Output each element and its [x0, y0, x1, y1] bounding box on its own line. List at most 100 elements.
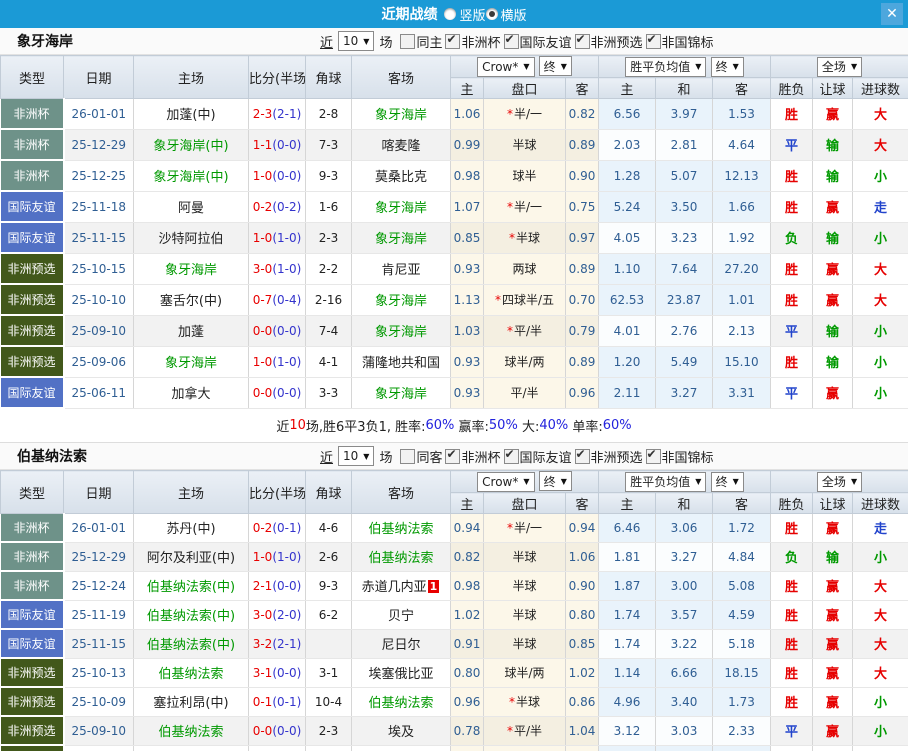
near-link[interactable]: 近 — [320, 32, 333, 51]
col-avg-draw: 和 — [655, 492, 714, 514]
fulltime-score: 3-1 — [252, 665, 273, 680]
home-team-cell: 象牙海岸(中) — [133, 129, 249, 161]
score-cell: 0-1(0-1) — [248, 687, 306, 717]
goals-result-cell: 大 — [852, 658, 908, 688]
result-cell: 平 — [770, 129, 814, 161]
score-cell: 2-1(0-0) — [248, 571, 306, 601]
avg-away-cell: 1.72 — [712, 513, 772, 543]
scope-select[interactable]: 全场 ▼ — [816, 471, 863, 492]
col-odds-away: 客 — [564, 77, 600, 99]
home-team-cell: 阿曼 — [133, 191, 249, 223]
avg-home-cell: 62.53 — [598, 284, 657, 316]
date-cell: 25-11-19 — [63, 600, 134, 630]
team-filter-bar-1: 象牙海岸 近 10 ▼ 场 同主 非洲杯 国际友谊 非洲预选 非国锦标 — [0, 28, 908, 55]
date-cell: 25-10-15 — [63, 253, 134, 285]
final-odds-select[interactable]: 终 ▼ — [538, 56, 572, 77]
summary-text: 单率: — [568, 420, 603, 435]
chevron-down-icon: ▼ — [363, 36, 370, 46]
final-avg-select[interactable]: 终 ▼ — [710, 56, 744, 77]
score-cell: 0-2(0-2) — [248, 191, 306, 223]
team-name: 沙特阿拉伯 — [158, 232, 224, 247]
col-avg-home: 主 — [598, 77, 657, 99]
handicap-result-cell: 赢 — [812, 284, 854, 316]
avg-away-cell: 27.20 — [712, 253, 772, 285]
match-type-cell: 非洲预选 — [0, 253, 65, 285]
home-team-cell: 伯基纳法索(中) — [133, 629, 249, 659]
match-row: 非洲杯 25-12-24 伯基纳法索(中) 2-1(0-0) 9-3 赤道几内亚 1 0.98… — [0, 571, 908, 601]
away-team-cell: 肯尼亚 — [351, 253, 451, 285]
away-team-cell: 贝宁 — [351, 600, 451, 630]
avg-home-cell: 1.20 — [598, 346, 657, 378]
avg-draw-cell: 5.49 — [655, 346, 714, 378]
avg-draw-cell: 3.97 — [655, 98, 714, 130]
avg-draw-cell: 2.81 — [655, 129, 714, 161]
near-link[interactable]: 近 — [320, 447, 333, 466]
star-mark: * — [506, 107, 513, 122]
filter-checkbox-item[interactable]: 同客 — [400, 447, 442, 466]
filter-checkbox-item[interactable]: 非洲杯 — [445, 447, 501, 466]
summary-text: 10 — [289, 418, 306, 433]
col-result: 胜负 — [770, 492, 814, 514]
layout-radio-group: 竖版 横版 — [444, 5, 527, 24]
away-team-cell: 象牙海岸 — [351, 98, 451, 130]
filter-checkbox-item[interactable]: 国际友谊 — [503, 447, 572, 466]
col-avg-draw: 和 — [655, 77, 714, 99]
avg-select[interactable]: 胜平负均值 ▼ — [625, 471, 707, 492]
avg-select-value: 胜平负均值 — [630, 60, 691, 74]
date-cell: 25-10-13 — [63, 658, 134, 688]
final-odds-select[interactable]: 终 ▼ — [538, 471, 572, 492]
bookmaker-select[interactable]: Crow* ▼ — [477, 471, 535, 492]
close-button[interactable]: ✕ — [881, 3, 903, 25]
goals-result-cell: 走 — [852, 513, 908, 543]
away-team-cell: 伯基纳法索 — [351, 687, 451, 717]
filter-checkbox-item[interactable]: 非国锦标 — [645, 32, 714, 51]
goals-result-cell: 小 — [852, 346, 908, 378]
summary-row: 近 10 场,胜6平3负1, 胜率: 60% 赢率: 50% 大: 40% 单率: 60% — [0, 409, 908, 443]
bookmaker-select[interactable]: Crow* ▼ — [477, 56, 535, 77]
away-team-cell: 尼日尔 — [351, 629, 451, 659]
avg-away-cell: 12.13 — [712, 160, 772, 192]
home-team-cell: 象牙海岸 — [133, 346, 249, 378]
avg-draw-cell: 5.07 — [655, 160, 714, 192]
home-team-cell: 1吉布提(中) — [133, 745, 249, 751]
date-cell: 25-11-18 — [63, 191, 134, 223]
handicap-cell: 半球 — [483, 542, 566, 572]
date-cell: 26-01-01 — [63, 98, 134, 130]
away-odds-cell: 0.90 — [565, 571, 600, 601]
score-cell: 3-0(1-0) — [248, 253, 306, 285]
corner-cell: 7-3 — [305, 129, 352, 161]
scope-select[interactable]: 全场 ▼ — [816, 56, 863, 77]
team-name: 尼日尔 — [381, 638, 421, 653]
avg-home-cell: 6.56 — [598, 98, 657, 130]
filter-checkbox-item[interactable]: 非国锦标 — [645, 447, 714, 466]
filter-checkbox-item[interactable]: 非洲杯 — [445, 32, 501, 51]
match-count-select[interactable]: 10 ▼ — [338, 31, 375, 51]
result-cell: 胜 — [770, 513, 814, 543]
match-count-select[interactable]: 10 ▼ — [338, 446, 375, 466]
filter-checkbox-item[interactable]: 非洲预选 — [574, 32, 643, 51]
team-name: 肯尼亚 — [381, 263, 421, 278]
layout-radio-option[interactable]: 横版 — [485, 5, 527, 24]
team-name: 象牙海岸(中) — [153, 170, 229, 185]
home-odds-cell: 0.98 — [450, 160, 484, 192]
col-goals: 进球数 — [852, 492, 908, 514]
halftime-score: (2-1) — [272, 106, 302, 121]
avg-select[interactable]: 胜平负均值 ▼ — [625, 56, 707, 77]
score-cell: 1-0(1-0) — [248, 222, 306, 254]
avg-draw-cell: 3.50 — [655, 191, 714, 223]
avg-away-cell: 1.10 — [712, 745, 772, 751]
handicap-result-cell: 赢 — [812, 513, 854, 543]
filter-checkbox-item[interactable]: 国际友谊 — [503, 32, 572, 51]
corner-cell: 9-3 — [305, 571, 352, 601]
team-name: 贝宁 — [387, 609, 414, 624]
match-type-cell: 国际友谊 — [0, 191, 65, 223]
layout-radio-option[interactable]: 竖版 — [444, 5, 486, 24]
fulltime-score: 0-2 — [252, 199, 273, 214]
fulltime-score: 3-2 — [252, 636, 273, 651]
filter-checkbox-item[interactable]: 同主 — [400, 32, 442, 51]
score-cell: 0-2(0-1) — [248, 513, 306, 543]
final-avg-select[interactable]: 终 ▼ — [710, 471, 744, 492]
team-name: 赤道几内亚 — [361, 580, 427, 595]
away-odds-cell: 0.79 — [565, 315, 600, 347]
filter-checkbox-item[interactable]: 非洲预选 — [574, 447, 643, 466]
